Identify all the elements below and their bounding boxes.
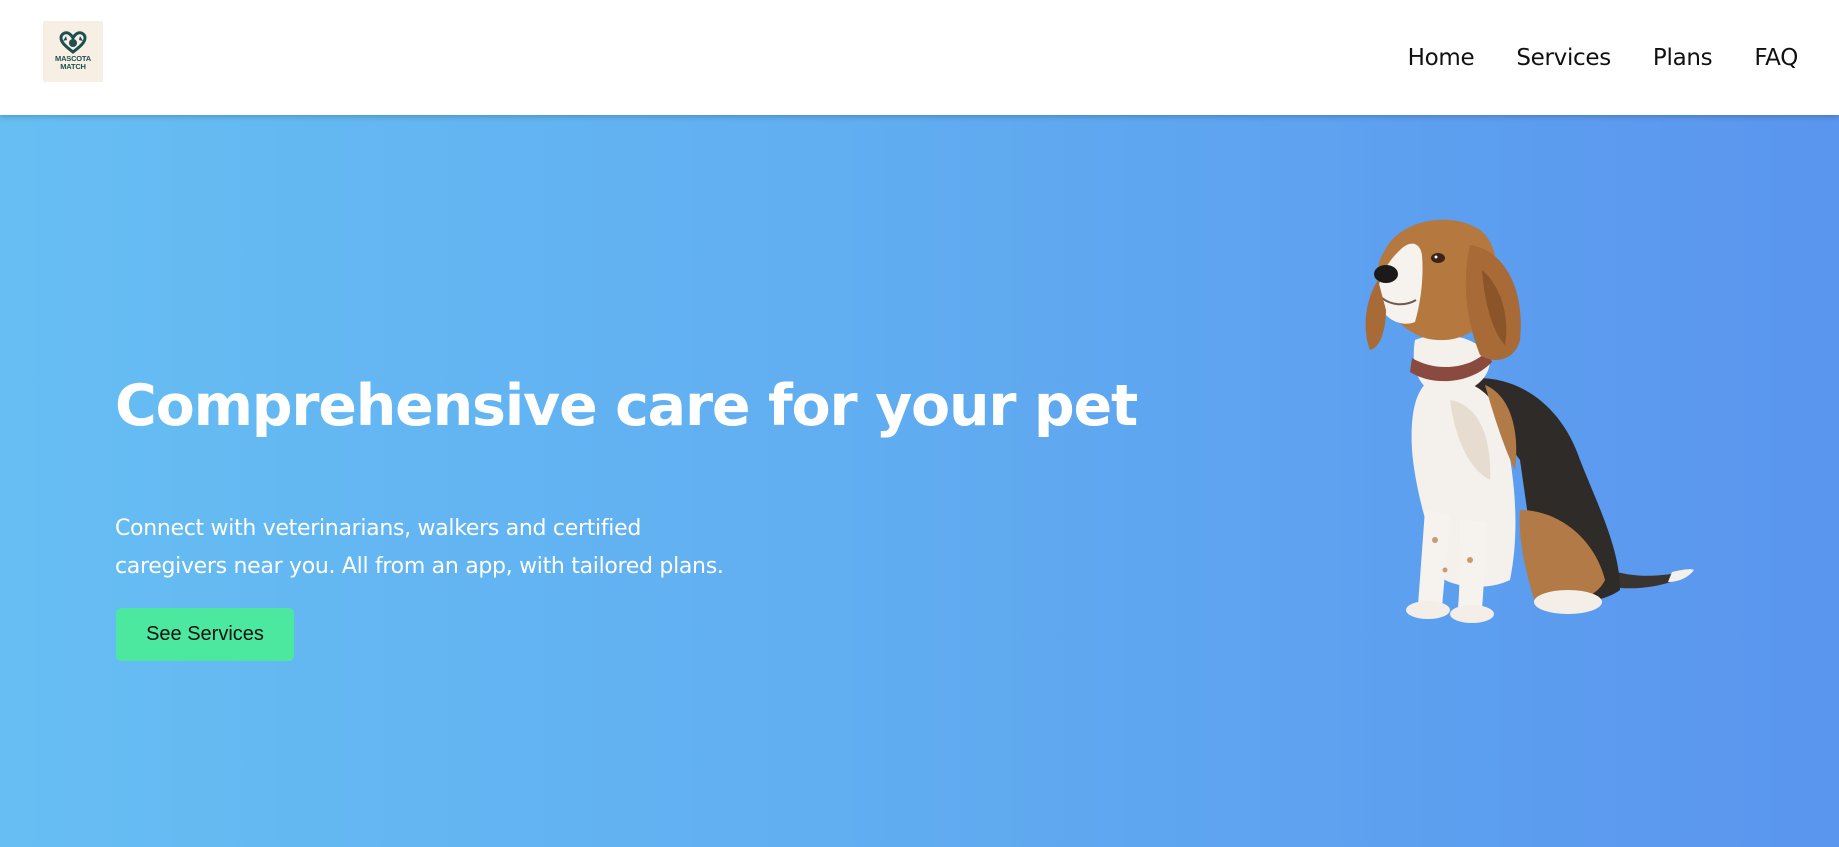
main-nav: Home Services Plans FAQ <box>1408 41 1799 75</box>
beagle-dog-image <box>1365 219 1694 623</box>
nav-services[interactable]: Services <box>1516 41 1611 75</box>
nav-plans[interactable]: Plans <box>1653 41 1713 75</box>
hero-section: Comprehensive care for your pet Connect … <box>0 115 1839 847</box>
nav-faq[interactable]: FAQ <box>1754 41 1798 75</box>
hero-description: Connect with veterinarians, walkers and … <box>115 516 724 579</box>
brand-logo[interactable]: MASCOTA MATCH <box>43 21 103 82</box>
heart-dog-logo-icon <box>59 31 87 54</box>
hero-title: Comprehensive care for your pet <box>115 373 1138 439</box>
see-services-button[interactable]: See Services <box>116 608 294 661</box>
site-header: MASCOTA MATCH Home Services Plans FAQ <box>0 0 1839 115</box>
nav-home[interactable]: Home <box>1408 41 1475 75</box>
logo-text: MASCOTA MATCH <box>55 54 91 71</box>
